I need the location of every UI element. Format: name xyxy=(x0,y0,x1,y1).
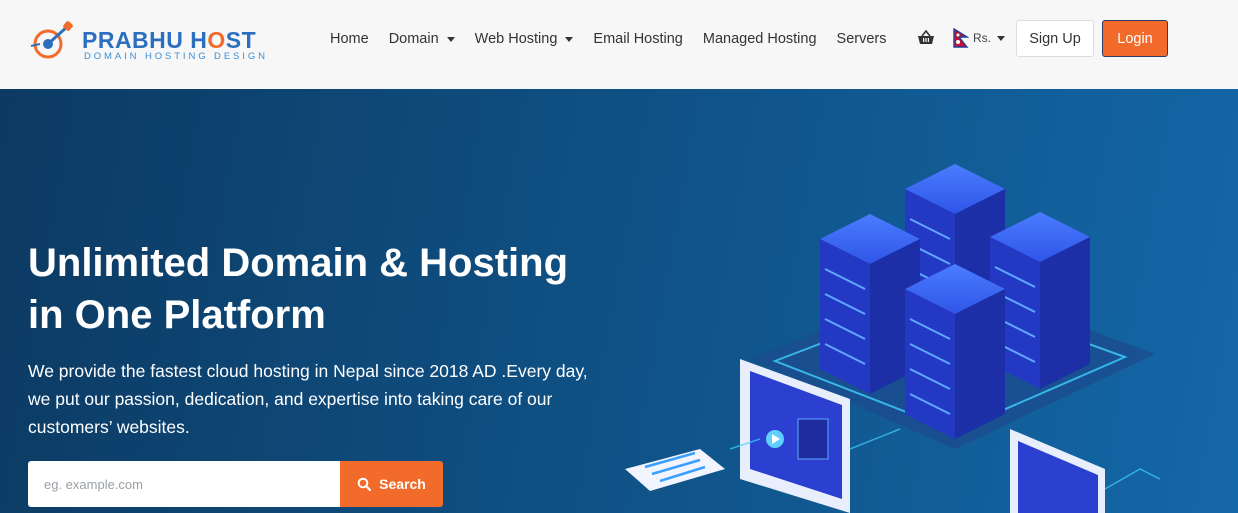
nav-item-managed-hosting[interactable]: Managed Hosting xyxy=(703,31,817,47)
login-button[interactable]: Login xyxy=(1102,20,1168,57)
brand-logo[interactable]: PRABHU HOST DOMAIN HOSTING DESIGN xyxy=(28,20,265,64)
brand-name: PRABHU HOST xyxy=(82,27,257,53)
chevron-down-icon xyxy=(565,36,574,42)
nav-item-domain[interactable]: Domain xyxy=(389,31,455,47)
currency-selector[interactable]: Rs. xyxy=(953,27,1005,49)
server-illustration xyxy=(625,164,1161,513)
site-header: PRABHU HOST DOMAIN HOSTING DESIGN Home D… xyxy=(0,0,1238,90)
nav-item-home[interactable]: Home xyxy=(330,31,369,47)
signup-button[interactable]: Sign Up xyxy=(1016,20,1094,57)
domain-search-input[interactable] xyxy=(28,461,340,507)
nav-item-servers[interactable]: Servers xyxy=(837,31,887,47)
nepal-flag-icon xyxy=(953,28,969,48)
main-nav: Home Domain Web Hosting Email Hosting Ma… xyxy=(320,29,897,49)
chevron-down-icon xyxy=(997,35,1005,41)
nav-item-web-hosting[interactable]: Web Hosting xyxy=(475,31,574,47)
brand-tagline: DOMAIN HOSTING DESIGN xyxy=(84,51,268,62)
domain-search-form: Search xyxy=(28,461,443,507)
hero-section: Unlimited Domain & Hosting in One Platfo… xyxy=(0,89,1238,513)
logo-mark-icon xyxy=(30,21,73,59)
hero-description: We provide the fastest cloud hosting in … xyxy=(28,361,588,437)
search-button[interactable]: Search xyxy=(340,461,443,507)
hero-title: Unlimited Domain & Hosting in One Platfo… xyxy=(28,241,568,337)
basket-icon[interactable] xyxy=(917,30,935,46)
search-icon xyxy=(357,477,372,491)
nav-item-email-hosting[interactable]: Email Hosting xyxy=(593,31,682,47)
currency-label: Rs. xyxy=(973,31,991,45)
chevron-down-icon xyxy=(446,36,455,42)
